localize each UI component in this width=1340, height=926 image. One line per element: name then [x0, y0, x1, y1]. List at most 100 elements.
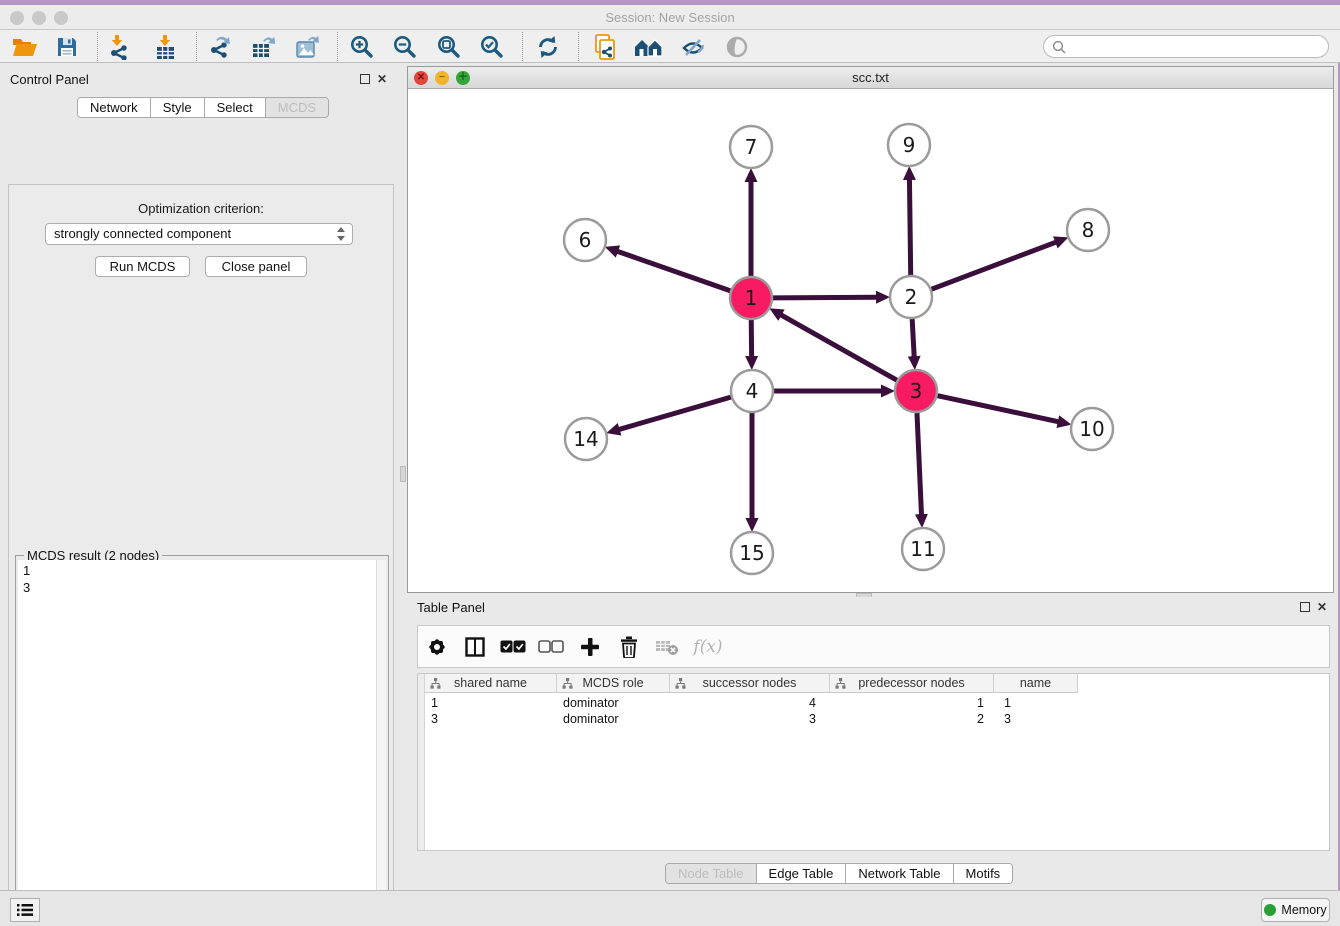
network-window-titlebar[interactable]: ✕ − ＋ scc.txt — [408, 67, 1333, 89]
graph-node-9[interactable]: 9 — [888, 124, 930, 166]
column-header-mcds-role[interactable]: MCDS role — [557, 674, 670, 693]
graph-node-1[interactable]: 1 — [730, 277, 772, 319]
graph-edge-3-1[interactable] — [781, 315, 897, 381]
tab-motifs[interactable]: Motifs — [954, 864, 1013, 883]
graph-node-4[interactable]: 4 — [731, 370, 773, 412]
run-mcds-button[interactable]: Run MCDS — [95, 256, 190, 277]
graph-edge-1-6[interactable] — [617, 251, 730, 291]
save-session-icon[interactable] — [52, 33, 82, 61]
export-network-icon[interactable] — [205, 33, 235, 61]
new-network-from-selection-icon[interactable] — [590, 33, 620, 61]
refresh-icon[interactable] — [533, 33, 563, 61]
network-close-icon[interactable]: ✕ — [414, 71, 428, 85]
graph-node-14[interactable]: 14 — [565, 418, 607, 460]
export-table-icon[interactable] — [248, 33, 278, 61]
tab-network-table[interactable]: Network Table — [846, 864, 953, 883]
cell-predecessor-nodes[interactable]: 1 — [830, 695, 994, 711]
task-history-icon[interactable] — [10, 898, 40, 922]
cell-shared-name[interactable]: 3 — [425, 711, 557, 727]
graph-edge-2-3[interactable] — [912, 319, 914, 357]
column-layout-icon[interactable] — [456, 632, 494, 662]
delete-column-icon[interactable] — [610, 632, 648, 662]
zoom-in-icon[interactable] — [347, 33, 377, 61]
minimize-window-button[interactable] — [32, 11, 46, 25]
table-row[interactable]: 3 dominator 3 2 3 — [425, 711, 1078, 727]
graph-node-2[interactable]: 2 — [890, 276, 932, 318]
graph-node-11[interactable]: 11 — [902, 528, 944, 570]
first-neighbors-icon[interactable] — [634, 33, 664, 61]
graph-edge-2-8[interactable] — [932, 242, 1057, 289]
graph-node-6[interactable]: 6 — [564, 219, 606, 261]
tab-mcds[interactable]: MCDS — [266, 98, 328, 117]
search-field[interactable] — [1071, 40, 1328, 54]
svg-text:2: 2 — [905, 285, 918, 309]
select-all-icon[interactable] — [494, 632, 532, 662]
add-column-icon[interactable] — [570, 632, 610, 662]
tree-icon — [562, 678, 573, 689]
close-panel-button[interactable]: Close panel — [205, 256, 307, 277]
tab-node-table[interactable]: Node Table — [666, 864, 757, 883]
close-window-button[interactable] — [10, 11, 24, 25]
control-panel: Control Panel ✕ Network Style Select MCD… — [0, 63, 402, 890]
graph-edge-2-9[interactable] — [909, 179, 910, 275]
graph-edge-4-14[interactable] — [619, 397, 731, 429]
graph-node-3[interactable]: 3 — [895, 370, 937, 412]
network-maximize-icon[interactable]: ＋ — [456, 71, 470, 85]
app-window: Session: New Session — [0, 0, 1340, 926]
svg-text:14: 14 — [573, 427, 598, 451]
open-session-icon[interactable] — [10, 33, 40, 61]
column-header-name[interactable]: name — [994, 674, 1078, 693]
memory-label: Memory — [1281, 903, 1326, 917]
graph-edge-1-2[interactable] — [773, 297, 877, 298]
svg-text:3: 3 — [910, 379, 923, 403]
graph-edge-3-10[interactable] — [938, 396, 1059, 422]
cell-mcds-role[interactable]: dominator — [557, 711, 670, 727]
cell-successor-nodes[interactable]: 3 — [670, 711, 830, 727]
mcds-result-text[interactable]: 1 3 — [18, 560, 376, 926]
svg-text:9: 9 — [903, 133, 916, 157]
gear-icon[interactable] — [418, 632, 456, 662]
vertical-splitter-handle[interactable] — [400, 466, 406, 482]
zoom-fit-icon[interactable] — [434, 33, 464, 61]
svg-text:6: 6 — [579, 228, 592, 252]
svg-text:15: 15 — [739, 541, 764, 565]
cell-name[interactable]: 1 — [994, 695, 1078, 711]
graph-node-10[interactable]: 10 — [1071, 408, 1113, 450]
zoom-window-button[interactable] — [54, 11, 68, 25]
graph-node-8[interactable]: 8 — [1067, 209, 1109, 251]
column-header-shared-name[interactable]: shared name — [425, 674, 557, 693]
cell-name[interactable]: 3 — [994, 711, 1078, 727]
float-table-panel-icon[interactable] — [1300, 602, 1310, 612]
tree-icon — [430, 678, 441, 689]
import-table-icon[interactable] — [150, 33, 180, 61]
close-table-panel-icon[interactable]: ✕ — [1317, 600, 1327, 614]
optimization-criterion-select[interactable]: strongly connected component — [45, 223, 353, 245]
export-image-icon[interactable] — [292, 33, 322, 61]
zoom-selected-icon[interactable] — [477, 33, 507, 61]
network-minimize-icon[interactable]: − — [435, 71, 449, 85]
zoom-out-icon[interactable] — [390, 33, 420, 61]
column-header-predecessor-nodes[interactable]: predecessor nodes — [830, 674, 994, 693]
tab-network[interactable]: Network — [78, 98, 151, 117]
hide-selected-icon[interactable] — [678, 33, 708, 61]
cell-mcds-role[interactable]: dominator — [557, 695, 670, 711]
table-row[interactable]: 1 dominator 4 1 1 — [425, 695, 1078, 711]
tab-style[interactable]: Style — [151, 98, 205, 117]
cell-shared-name[interactable]: 1 — [425, 695, 557, 711]
graph-node-15[interactable]: 15 — [731, 532, 773, 574]
cell-successor-nodes[interactable]: 4 — [670, 695, 830, 711]
deselect-all-icon[interactable] — [532, 632, 570, 662]
import-network-icon[interactable] — [104, 33, 134, 61]
column-header-successor-nodes[interactable]: successor nodes — [670, 674, 830, 693]
tab-select[interactable]: Select — [205, 98, 266, 117]
close-panel-icon[interactable]: ✕ — [377, 72, 387, 86]
graph-node-7[interactable]: 7 — [730, 126, 772, 168]
tab-edge-table[interactable]: Edge Table — [757, 864, 847, 883]
mcds-result-scrollbar[interactable] — [376, 560, 386, 926]
float-panel-icon[interactable] — [360, 74, 370, 84]
cell-predecessor-nodes[interactable]: 2 — [830, 711, 994, 727]
memory-button[interactable]: Memory — [1261, 898, 1330, 922]
network-canvas[interactable]: 1 2 3 4 6 7 8 9 10 11 14 15 — [408, 89, 1333, 592]
graph-edge-3-11[interactable] — [917, 413, 922, 515]
search-input[interactable] — [1043, 35, 1329, 58]
